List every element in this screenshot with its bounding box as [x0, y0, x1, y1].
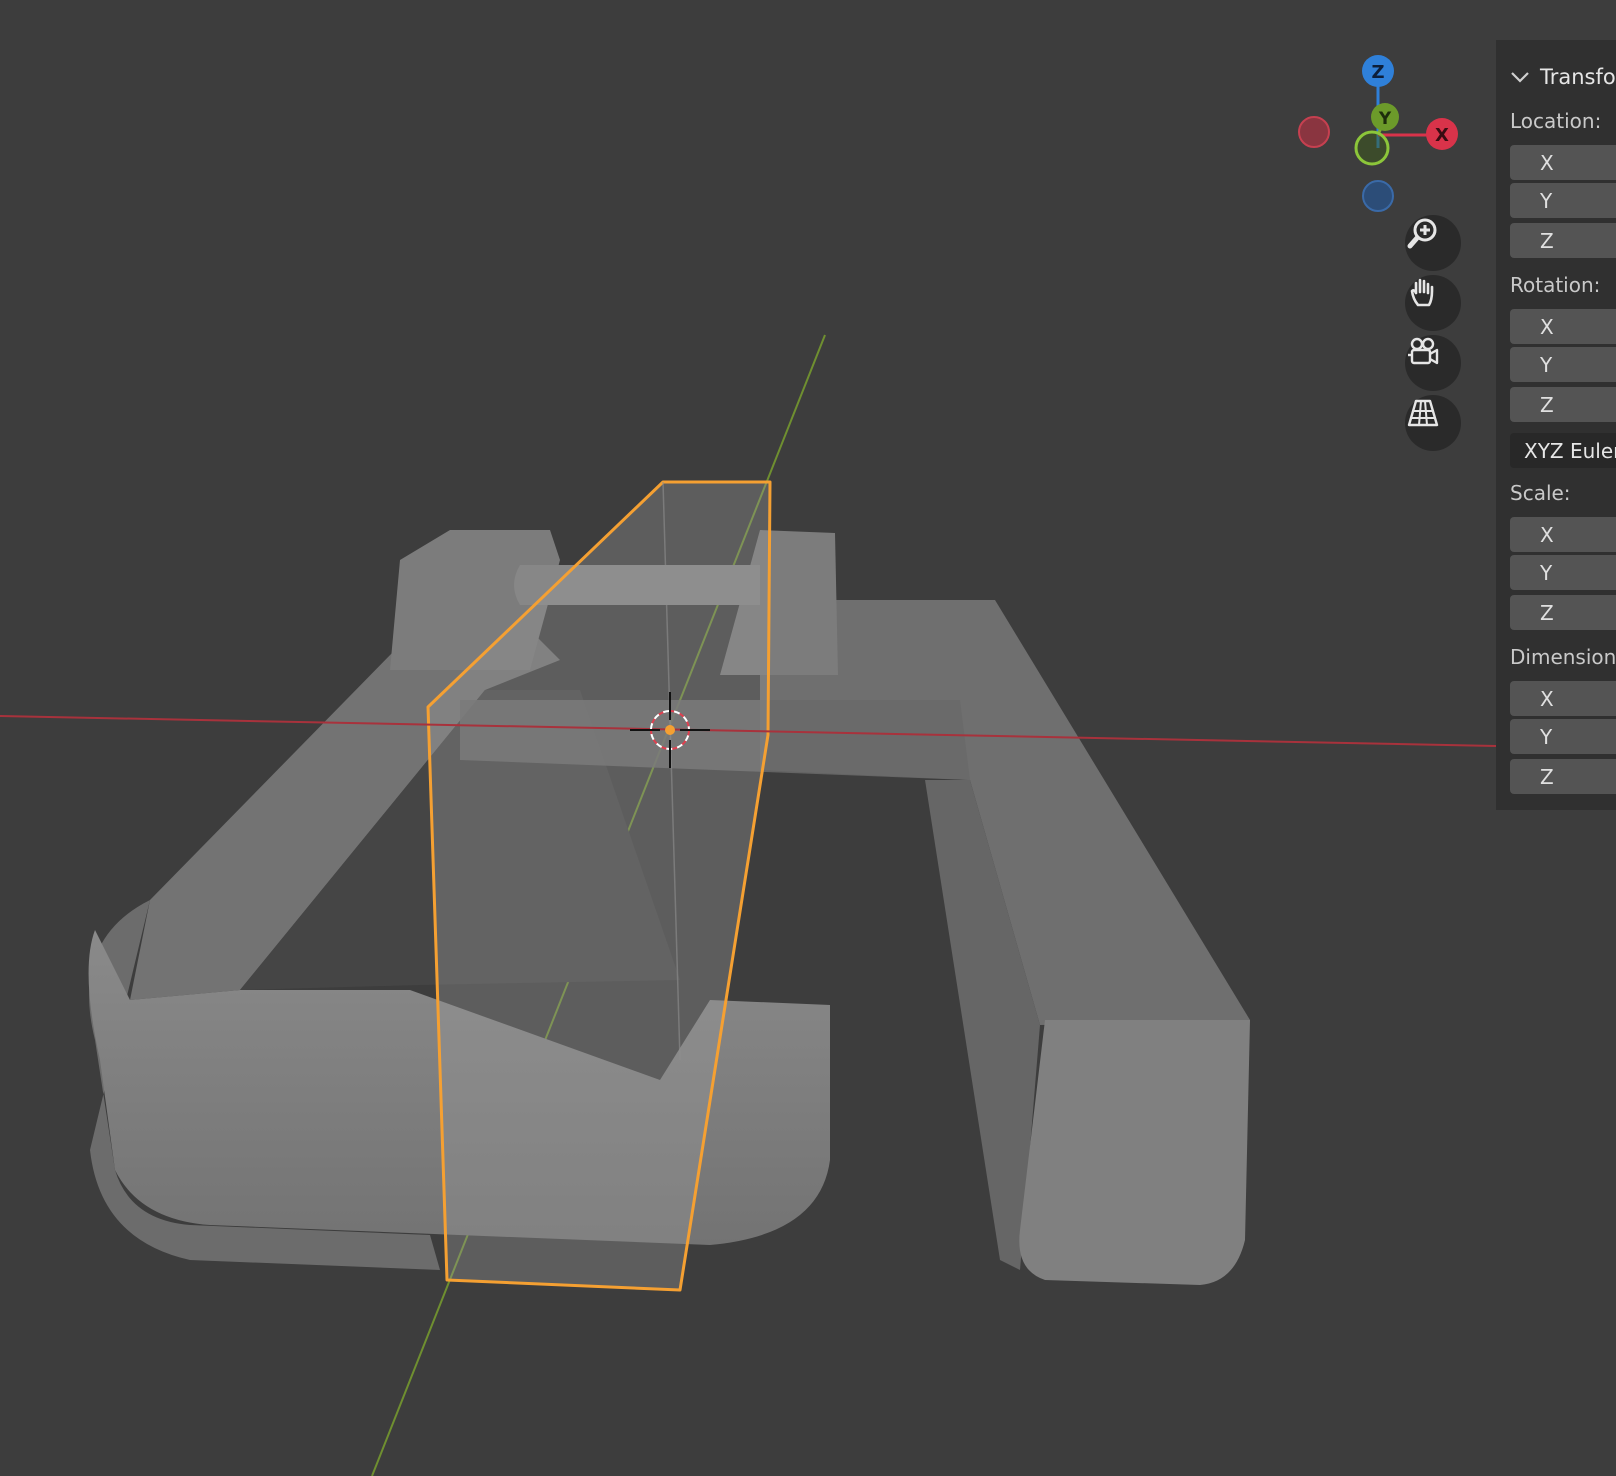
gizmo-z-label: Z — [1371, 62, 1384, 83]
location-x-label: X — [1540, 151, 1554, 175]
gizmo-neg-y — [1354, 130, 1390, 166]
gizmo-x-label: X — [1435, 125, 1449, 146]
scale-y-label: Y — [1540, 561, 1553, 585]
perspective-grid-icon — [1407, 399, 1439, 427]
dimensions-y-field[interactable]: Y — [1510, 719, 1616, 754]
rotation-y-label: Y — [1540, 353, 1553, 377]
chevron-down-icon — [1511, 72, 1529, 83]
rotation-x-label: X — [1540, 315, 1554, 339]
location-z-label: Z — [1540, 229, 1554, 253]
navigation-gizmo[interactable]: Y Z X — [1298, 55, 1458, 212]
zoom-icon — [1407, 218, 1437, 249]
dimensions-z-field[interactable]: Z — [1510, 759, 1616, 794]
camera-view-icon — [1408, 337, 1439, 365]
dimensions-y-label: Y — [1540, 725, 1553, 749]
zoom-button[interactable] — [1405, 215, 1461, 271]
dimensions-z-label: Z — [1540, 765, 1554, 789]
rotation-mode-value: XYZ Euler — [1524, 439, 1616, 463]
camera-view-button[interactable] — [1405, 335, 1461, 391]
scale-z-field[interactable]: Z — [1510, 595, 1616, 630]
pan-button[interactable] — [1405, 275, 1461, 331]
rotation-mode-dropdown[interactable]: XYZ Euler — [1510, 433, 1616, 468]
dimensions-x-field[interactable]: X — [1510, 681, 1616, 716]
gizmo-y-label: Y — [1378, 109, 1392, 129]
scale-z-label: Z — [1540, 601, 1554, 625]
transform-panel-title: Transform — [1540, 65, 1616, 89]
scale-x-field[interactable]: X — [1510, 517, 1616, 552]
scale-x-label: X — [1540, 523, 1554, 547]
viewport-scene: Y Z X — [0, 55, 1497, 1476]
dimensions-label: Dimensions: — [1510, 645, 1616, 669]
scale-y-field[interactable]: Y — [1510, 555, 1616, 590]
rotation-label: Rotation: — [1510, 273, 1601, 297]
gizmo-neg-x — [1298, 116, 1330, 148]
rotation-x-field[interactable]: X — [1510, 309, 1616, 344]
dimensions-x-label: X — [1540, 687, 1554, 711]
transform-panel-header[interactable]: Transform — [1510, 62, 1616, 92]
location-y-field[interactable]: Y — [1510, 183, 1616, 218]
3d-viewport[interactable]: Y Z X — [0, 0, 1616, 1476]
gizmo-neg-z — [1362, 180, 1394, 212]
location-label: Location: — [1510, 109, 1602, 133]
rotation-z-label: Z — [1540, 393, 1554, 417]
location-z-field[interactable]: Z — [1510, 223, 1616, 258]
location-x-field[interactable]: X — [1510, 145, 1616, 180]
rotation-z-field[interactable]: Z — [1510, 387, 1616, 422]
location-y-label: Y — [1540, 189, 1553, 213]
hand-pan-icon — [1410, 278, 1434, 307]
scale-label: Scale: — [1510, 481, 1571, 505]
rotation-y-field[interactable]: Y — [1510, 347, 1616, 382]
transform-panel: Transform Location: X Y Z Rotation: X Y … — [1496, 40, 1616, 810]
perspective-toggle-button[interactable] — [1405, 395, 1461, 451]
object-right-arm-front — [1019, 1020, 1250, 1285]
